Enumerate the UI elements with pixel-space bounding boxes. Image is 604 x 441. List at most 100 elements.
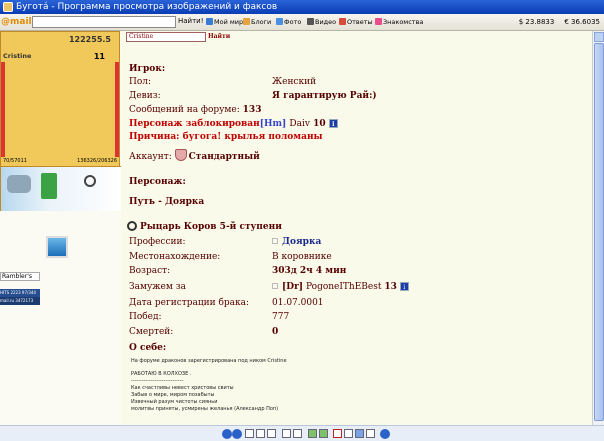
toolbar-item-dating[interactable]: Знакомства	[375, 18, 423, 26]
scroll-up-button[interactable]	[594, 32, 604, 42]
profile-page: Cristine Найти Игрок: Пол: Женский Девиз…	[121, 31, 592, 425]
spouse-line: [Dr] PogoneIThEBest 13 i	[272, 282, 409, 292]
hp-bar-left	[1, 62, 5, 157]
player-heading: Игрок:	[129, 64, 166, 74]
zoom-out-icon[interactable]	[293, 429, 302, 438]
usd-rate: $ 23.8833	[518, 18, 555, 26]
deaths-label: Смертей:	[129, 327, 174, 337]
toolbar-item-my-world[interactable]: Мой мир	[206, 18, 243, 26]
path-label: Путь - Доярка	[129, 197, 205, 207]
about-line-6: Извечный разум чистоты сияньи	[131, 399, 218, 405]
about-heading: О себе:	[129, 343, 167, 353]
player-search-input[interactable]: Cristine	[126, 32, 206, 42]
sidebar: 122255.5 Cristine 11 70/57011 136326/206…	[0, 31, 121, 425]
answers-icon	[339, 18, 346, 25]
wins-label: Побед:	[129, 312, 162, 322]
location-value: В коровнике	[272, 252, 332, 262]
hp-bar-right	[115, 62, 119, 157]
window-title: Буготá - Программа просмотра изображений…	[16, 2, 278, 12]
print-icon[interactable]	[344, 429, 353, 438]
stone-item-icon[interactable]	[7, 175, 31, 193]
rambler-counter[interactable]: Rambler's	[0, 272, 40, 281]
about-line-3: -----------------------------	[131, 378, 184, 384]
site-counters[interactable]: HITS 2223 97/344 mail.ru 3472173	[0, 289, 40, 305]
toolbar-item-blogs[interactable]: Блоги	[243, 18, 271, 26]
age-value: 303д 2ч 4 мин	[272, 266, 347, 276]
rank-line: Рыцарь Коров 5-й ступени	[127, 221, 282, 232]
title-bar: Буготá - Программа просмотра изображений…	[0, 0, 604, 14]
character-nick: Cristine	[3, 52, 32, 60]
blocked-by[interactable]: Daiv	[289, 119, 310, 129]
account-value: Стандартный	[188, 152, 260, 162]
save-icon[interactable]	[355, 429, 364, 438]
toolbar-item-video[interactable]: Видео	[307, 18, 336, 26]
mailru-counter: mail.ru 3472173	[0, 297, 40, 305]
viewer-window: Буготá - Программа просмотра изображений…	[0, 0, 604, 441]
blogs-icon	[243, 18, 250, 25]
wheel-icon[interactable]	[84, 175, 96, 187]
video-icon	[307, 18, 314, 25]
about-line-7: молитвы приняты, усмирены желанья (Алекс…	[131, 406, 279, 412]
character-panel: 122255.5 Cristine 11 70/57011 136326/206…	[0, 31, 121, 211]
profession-checkbox[interactable]	[272, 238, 278, 244]
marriage-date-label: Дата регистрации брака:	[129, 298, 250, 308]
location-label: Местонахождение:	[129, 252, 221, 262]
posts-value: 133	[242, 105, 262, 115]
gender-value: Женский	[272, 77, 317, 87]
eur-rate: € 36.6035	[564, 18, 600, 26]
photo-icon	[276, 18, 283, 25]
rotate-counterclockwise-icon[interactable]	[319, 429, 328, 438]
app-icon	[3, 2, 13, 12]
character-heading: Персонаж:	[129, 177, 186, 187]
best-fit-icon[interactable]	[245, 429, 254, 438]
toolbar-find-button[interactable]: Найти!	[178, 17, 204, 25]
dating-icon	[375, 18, 382, 25]
account-shield-icon	[174, 149, 187, 161]
spouse-name[interactable]: PogoneIThEBest	[306, 282, 382, 292]
hp-right-value: 136326/206326	[77, 158, 117, 164]
inventory-area	[1, 166, 121, 211]
wins-value: 777	[272, 312, 290, 322]
scroll-thumb[interactable]	[594, 43, 604, 421]
toolbar-item-photo[interactable]: Фото	[276, 18, 301, 26]
currency-rates: $ 23.8833 € 36.6035	[509, 18, 600, 26]
profession-value: Доярка	[272, 237, 321, 247]
toolbar-search-input[interactable]	[32, 16, 176, 28]
location-image[interactable]	[46, 236, 68, 258]
about-line-4: Как счастливы невест христовы свиты	[131, 385, 234, 391]
hp-left-value: 70/57011	[3, 158, 27, 164]
spouse-clan[interactable]: [Dr]	[282, 282, 303, 292]
about-line-1: На форуме драконов зарегистрирована под …	[131, 358, 287, 364]
delete-icon[interactable]	[333, 429, 342, 438]
account-line: Аккаунт: Стандартный	[129, 149, 260, 162]
hits-counter: HITS 2223 97/344	[0, 289, 40, 297]
block-reason: Причина: бугога! крылья поломаны	[129, 132, 323, 142]
player-search-button[interactable]: Найти	[208, 33, 230, 40]
motto-label: Девиз:	[129, 91, 161, 101]
rotate-clockwise-icon[interactable]	[308, 429, 317, 438]
blocked-line: Персонаж заблокирован[Hm] Daiv 10 i	[129, 119, 338, 129]
spouse-info-icon[interactable]: i	[399, 282, 409, 291]
next-image-icon[interactable]	[232, 429, 242, 439]
zoom-in-icon[interactable]	[282, 429, 291, 438]
vertical-scrollbar[interactable]	[592, 31, 604, 425]
toolbar-item-answers[interactable]: Ответы	[339, 18, 373, 26]
help-icon[interactable]	[380, 429, 390, 439]
gender-label: Пол:	[129, 77, 152, 87]
actual-size-icon[interactable]	[256, 429, 265, 438]
rank-wheel-icon	[127, 221, 137, 231]
posts-label: Сообщений на форуме: 133	[129, 105, 262, 115]
profession-label: Профессии:	[129, 237, 186, 247]
deaths-value: 0	[272, 327, 279, 337]
slideshow-icon[interactable]	[267, 429, 276, 438]
viewer-controls	[0, 425, 604, 441]
marriage-date-value: 01.07.0001	[272, 298, 324, 308]
edit-icon[interactable]	[366, 429, 375, 438]
browser-toolbar: @mail.ru Найти! Мой мир Блоги Фото Видео…	[0, 14, 604, 31]
motto-value: Я гарантирую Рай:)	[272, 91, 377, 101]
info-icon[interactable]: i	[328, 119, 338, 128]
blocked-clan[interactable]: [Hm]	[260, 119, 287, 129]
about-line-2: РАБОТАЮ В КОЛХОЗЕ .	[131, 371, 192, 377]
character-level: 11	[93, 52, 105, 61]
previous-image-icon[interactable]	[222, 429, 232, 439]
